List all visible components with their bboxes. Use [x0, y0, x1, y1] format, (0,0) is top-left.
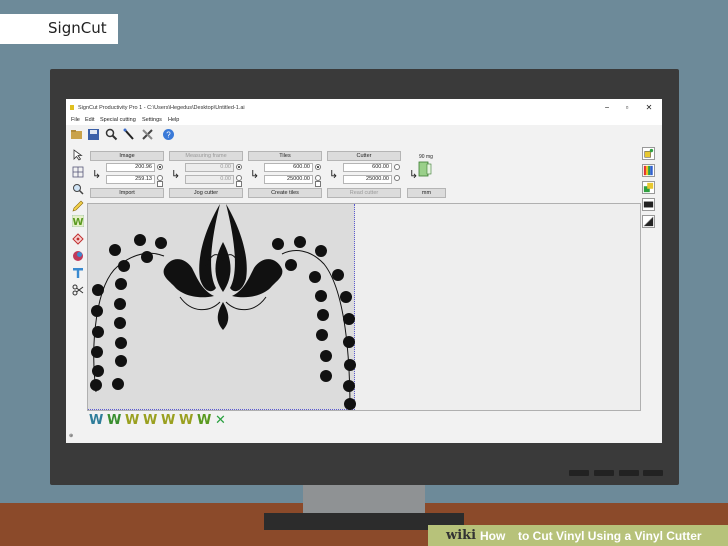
- monitor-stand-neck: [303, 484, 425, 514]
- monitor-power-button: [643, 470, 663, 476]
- node-icon[interactable]: [72, 233, 84, 245]
- tiles-radio-1[interactable]: [315, 164, 321, 170]
- status-indicator: ⊕: [69, 433, 74, 439]
- left-dot-row: [90, 234, 167, 391]
- tiles-width-field[interactable]: 600.00: [264, 163, 313, 172]
- footer-title: to Cut Vinyl Using a Vinyl Cutter: [518, 529, 702, 543]
- footer-how: How: [480, 529, 506, 543]
- media-roll-icon[interactable]: [417, 160, 433, 178]
- jog-cutter-button[interactable]: Jog cutter: [169, 188, 243, 198]
- app-window: SignCut Productivity Pro 1 - C:\Users\He…: [66, 99, 662, 443]
- folder-open-icon[interactable]: [70, 128, 83, 141]
- lotus-motif: [163, 204, 283, 330]
- menu-special-cutting[interactable]: Special cutting: [100, 117, 136, 123]
- minimize-button[interactable]: −: [602, 103, 612, 113]
- pen-icon[interactable]: [123, 128, 136, 141]
- menu-edit[interactable]: Edit: [85, 117, 94, 123]
- measuring-axis-icon: ↳: [171, 169, 181, 181]
- measuring-y-field[interactable]: 0.00: [185, 175, 234, 184]
- paint-bucket-icon[interactable]: [642, 147, 655, 160]
- grid-icon[interactable]: [72, 166, 84, 178]
- cutter-radio-2[interactable]: [394, 175, 400, 181]
- dark-fill-icon[interactable]: [642, 198, 655, 211]
- read-cutter-button[interactable]: Read cutter: [327, 188, 401, 198]
- image-width-field[interactable]: 200.96: [106, 163, 155, 172]
- weed-w-icon[interactable]: W: [179, 413, 193, 428]
- window-title: SignCut Productivity Pro 1 - C:\Users\He…: [78, 105, 245, 111]
- measuring-checkbox[interactable]: [236, 181, 242, 187]
- right-dot-row: [272, 236, 356, 410]
- title-bar: SignCut Productivity Pro 1 - C:\Users\He…: [66, 99, 662, 116]
- scissors-icon[interactable]: [72, 284, 84, 296]
- main-toolbar: ?: [66, 125, 662, 145]
- tools-icon[interactable]: [141, 128, 154, 141]
- weed-w-icon[interactable]: W: [161, 413, 175, 428]
- color-icon[interactable]: [72, 250, 84, 262]
- maximize-button[interactable]: ▫: [622, 103, 632, 113]
- pencil-icon[interactable]: [72, 200, 84, 212]
- right-toolbox: [641, 147, 657, 237]
- design-canvas[interactable]: [87, 203, 641, 411]
- lotus-arch-design[interactable]: [88, 204, 642, 412]
- wiki-logo: wiki: [446, 528, 477, 543]
- zoom-icon[interactable]: [105, 128, 118, 141]
- image-header[interactable]: Image: [90, 151, 164, 161]
- delete-x-icon[interactable]: ✕: [215, 413, 226, 428]
- measuring-radio-1[interactable]: [236, 164, 242, 170]
- app-icon: [70, 105, 74, 110]
- weed-w-icon[interactable]: W: [72, 215, 84, 227]
- menu-bar: File Edit Special cutting Settings Help: [66, 116, 662, 125]
- image-height-field[interactable]: 259.13: [106, 175, 155, 184]
- menu-settings[interactable]: Settings: [142, 117, 162, 123]
- layers-icon[interactable]: [642, 181, 655, 194]
- text-t-icon[interactable]: [72, 267, 84, 279]
- image-checkbox[interactable]: [157, 181, 163, 187]
- svg-text:?: ?: [166, 131, 171, 140]
- units-button[interactable]: mm: [407, 188, 446, 198]
- weed-w-icon[interactable]: W: [197, 413, 211, 428]
- magnify-icon[interactable]: [72, 183, 84, 195]
- image-axis-icon: ↳: [92, 169, 102, 181]
- status-bar: ⊕: [66, 431, 662, 443]
- svg-text:W: W: [72, 217, 83, 227]
- weed-w-icon[interactable]: W: [143, 413, 157, 428]
- monitor-button: [594, 470, 614, 476]
- tiles-axis-icon: ↳: [250, 169, 260, 181]
- measuring-frame-header[interactable]: Measuring frame: [169, 151, 243, 161]
- diagonal-icon[interactable]: [642, 215, 655, 228]
- app-name-label: SignCut: [0, 14, 118, 44]
- left-toolbox: W: [69, 147, 85, 307]
- menu-help[interactable]: Help: [168, 117, 179, 123]
- close-button[interactable]: ✕: [644, 103, 654, 113]
- cutter-width-field[interactable]: 600.00: [343, 163, 392, 172]
- tiles-checkbox[interactable]: [315, 181, 321, 187]
- help-icon[interactable]: ?: [162, 128, 175, 141]
- measuring-x-field[interactable]: 0.00: [185, 163, 234, 172]
- monitor-button: [569, 470, 589, 476]
- create-tiles-button[interactable]: Create tiles: [248, 188, 322, 198]
- import-button[interactable]: Import: [90, 188, 164, 198]
- weed-w-icon[interactable]: W: [89, 413, 103, 428]
- weed-w-icon[interactable]: W: [107, 413, 121, 428]
- color-bars-icon[interactable]: [642, 164, 655, 177]
- cutter-header[interactable]: Cutter: [327, 151, 401, 161]
- footer-banner: wiki How to Cut Vinyl Using a Vinyl Cutt…: [428, 525, 728, 546]
- tiles-header[interactable]: Tiles: [248, 151, 322, 161]
- save-icon[interactable]: [87, 128, 100, 141]
- menu-file[interactable]: File: [71, 117, 80, 123]
- app-name-text: SignCut: [48, 19, 107, 37]
- pointer-icon[interactable]: [72, 149, 84, 161]
- tiles-height-field[interactable]: 25000.00: [264, 175, 313, 184]
- cutter-length-field[interactable]: 25000.00: [343, 175, 392, 184]
- cutter-radio-1[interactable]: [394, 164, 400, 170]
- monitor-button: [619, 470, 639, 476]
- image-radio-1[interactable]: [157, 164, 163, 170]
- cutter-axis-icon: ↳: [329, 169, 339, 181]
- weed-w-icon[interactable]: W: [125, 413, 139, 428]
